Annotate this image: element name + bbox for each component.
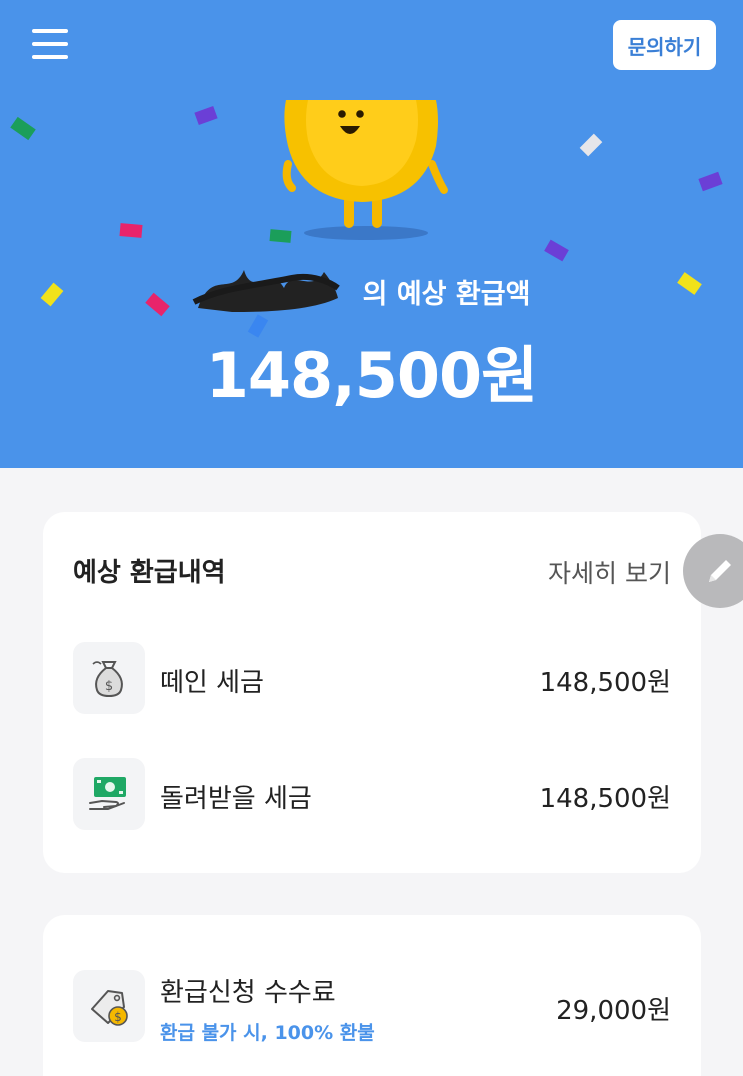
confetti-decoration: [579, 133, 603, 157]
confetti-decoration: [10, 116, 36, 141]
withheld-tax-label: 떼인 세금: [160, 668, 264, 698]
refundable-tax-label: 돌려받을 세금: [160, 784, 312, 814]
menu-icon-bar: [32, 55, 68, 59]
coin-tag-icon-box: $: [73, 970, 145, 1042]
refund-details-title: 예상 환급내역: [73, 558, 226, 588]
pencil-icon: [709, 560, 731, 582]
money-bag-icon-box: $: [73, 642, 145, 714]
withheld-tax-value: 148,500원: [539, 668, 671, 698]
expected-refund-label-text: 의 예상 환급액: [362, 279, 531, 310]
coin-tag-icon: $: [91, 990, 128, 1026]
cash-hand-icon: [89, 777, 126, 810]
confetti-decoration: [544, 239, 569, 262]
confetti-decoration: [119, 223, 143, 238]
confetti-decoration: [698, 171, 723, 192]
menu-icon-bar: [32, 29, 68, 33]
hero-banner: 문의하기 의 예상 환급액 148,500원: [0, 0, 743, 468]
fee-label: 환급신청 수수료: [160, 978, 336, 1008]
menu-icon-bar: [32, 42, 68, 46]
menu-button[interactable]: [28, 26, 72, 62]
expected-refund-label: 의 예상 환급액: [0, 272, 743, 311]
money-bag-icon: $: [92, 661, 123, 698]
fee-value: 29,000원: [556, 996, 671, 1026]
fee-refund-note: 환급 불가 시, 100% 환불: [160, 1022, 375, 1044]
svg-text:$: $: [114, 1010, 122, 1024]
coin-mascot-icon: [282, 100, 448, 240]
svg-text:$: $: [105, 679, 113, 694]
view-details-link[interactable]: 자세히 보기: [548, 554, 671, 590]
confetti-decoration: [194, 105, 218, 126]
inquiry-button[interactable]: 문의하기: [613, 20, 716, 70]
cash-hand-icon-box: [73, 758, 145, 830]
expected-refund-amount: 148,500원: [205, 339, 538, 412]
refundable-tax-value: 148,500원: [539, 784, 671, 814]
